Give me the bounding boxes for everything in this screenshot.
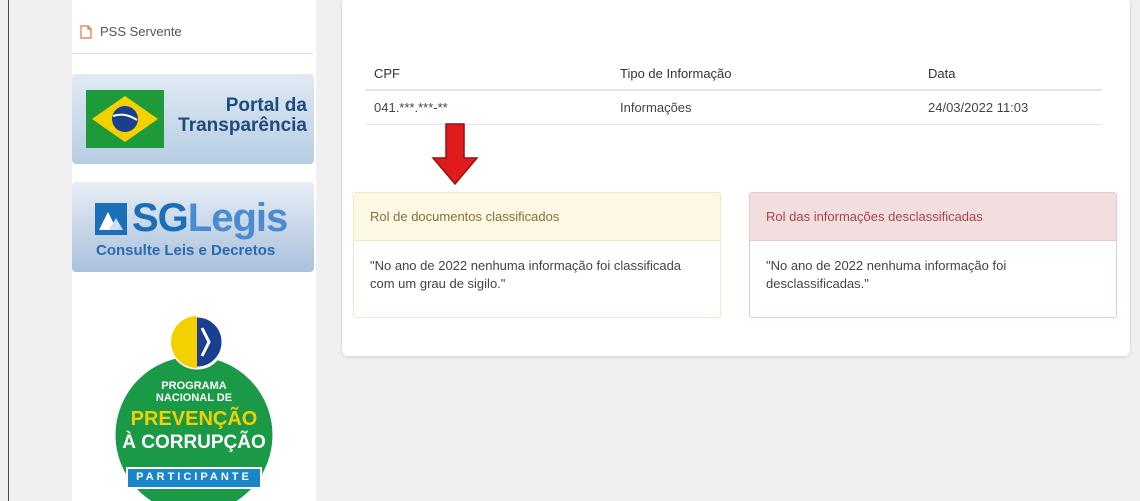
declassified-panel-text: "No ano de 2022 nenhuma informação foi d… bbox=[766, 258, 1007, 291]
declassified-info-panel: Rol das informações desclassificadas "No… bbox=[749, 192, 1117, 318]
sidebar-link-pss-servente[interactable]: PSS Servente bbox=[72, 10, 314, 54]
brazil-flag-icon bbox=[86, 90, 164, 148]
seal-line-3: PREVENÇÃO bbox=[130, 408, 258, 430]
seal-ribbon: PARTICIPANTE bbox=[136, 471, 252, 483]
seal-line-1: PROGRAMA bbox=[161, 380, 227, 392]
sidebar-link-label: PSS Servente bbox=[100, 24, 182, 39]
seal-line-2: NACIONAL DE bbox=[155, 392, 233, 404]
window-edge-line bbox=[8, 0, 9, 501]
red-down-arrow-icon bbox=[431, 123, 479, 186]
seal-line-4: À CORRUPÇÃO bbox=[122, 432, 266, 453]
classified-panel-text: "No ano de 2022 nenhuma informação foi c… bbox=[370, 258, 682, 291]
col-header-tipo: Tipo de Informação bbox=[620, 65, 732, 81]
portal-title: Portal da Transparência bbox=[178, 95, 307, 136]
classified-documents-panel: Rol de documentos classificados "No ano … bbox=[353, 192, 721, 318]
classified-panel-title: Rol de documentos classificados bbox=[354, 193, 720, 241]
prevencao-corrupcao-seal[interactable]: PROGRAMA NACIONAL DE PREVENÇÃO À CORRUPÇ… bbox=[99, 310, 289, 501]
table-row[interactable]: 041.***.***-** Informações 24/03/2022 11… bbox=[366, 91, 1102, 125]
cell-tipo: Informações bbox=[620, 100, 692, 115]
table-header: CPF Tipo de Informação Data bbox=[366, 57, 1102, 91]
portal-transparencia-banner[interactable]: Portal da Transparência bbox=[72, 74, 314, 164]
cell-data: 24/03/2022 11:03 bbox=[928, 100, 1029, 115]
sglegis-subtitle: Consulte Leis e Decretos bbox=[96, 242, 276, 259]
sglegis-logo-icon bbox=[95, 203, 127, 235]
cell-cpf: 041.***.***-** bbox=[374, 100, 448, 115]
sglegis-title: SGLegis bbox=[132, 196, 288, 240]
declassified-panel-title: Rol das informações desclassificadas bbox=[750, 193, 1116, 241]
pdf-file-icon bbox=[80, 24, 92, 39]
sglegis-banner[interactable]: SGLegis Consulte Leis e Decretos bbox=[72, 182, 314, 272]
col-header-data: Data bbox=[928, 65, 956, 81]
col-header-cpf: CPF bbox=[374, 65, 400, 81]
